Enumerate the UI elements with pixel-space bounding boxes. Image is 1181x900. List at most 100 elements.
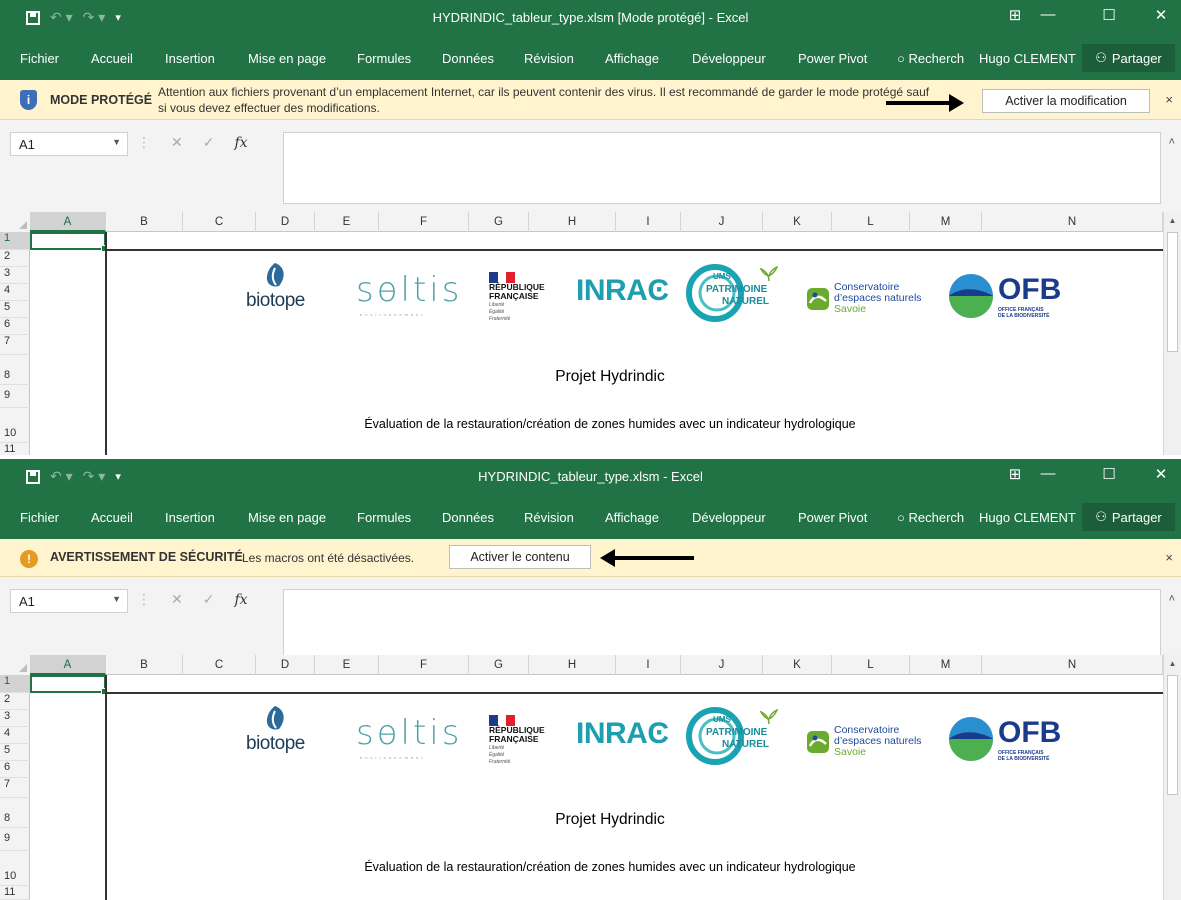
tab-donnees[interactable]: Données (442, 510, 494, 525)
insert-function-icon[interactable]: fx (234, 592, 247, 608)
column-header-b[interactable]: B (106, 212, 183, 232)
confirm-icon[interactable]: ✓ (203, 591, 215, 608)
column-header-n[interactable]: N (982, 655, 1163, 675)
close-message-bar-icon[interactable]: × (1165, 92, 1173, 107)
scroll-thumb[interactable] (1167, 675, 1178, 795)
name-box[interactable]: A1 ▼ (10, 132, 128, 156)
row-header-6[interactable]: 6 (0, 761, 30, 778)
column-header-l[interactable]: L (832, 655, 910, 675)
tab-formules[interactable]: Formules (357, 510, 411, 525)
chevron-down-icon[interactable]: ▼ (112, 137, 121, 147)
close-message-bar-icon[interactable]: × (1165, 550, 1173, 565)
row-header-3[interactable]: 3 (0, 710, 30, 727)
column-header-f[interactable]: F (379, 212, 469, 232)
column-header-k[interactable]: K (763, 212, 832, 232)
tab-accueil[interactable]: Accueil (91, 510, 133, 525)
row-header-4[interactable]: 4 (0, 727, 30, 744)
minimize-icon[interactable]: — (1028, 6, 1068, 23)
column-header-m[interactable]: M (910, 655, 982, 675)
cancel-icon[interactable]: ✕ (171, 134, 183, 151)
tab-revision[interactable]: Révision (524, 51, 574, 66)
selected-cell-a1[interactable] (30, 675, 108, 695)
tab-formules[interactable]: Formules (357, 51, 411, 66)
select-all-button[interactable] (0, 212, 30, 232)
chevron-up-icon[interactable]: ˄ (1169, 593, 1175, 605)
column-header-m[interactable]: M (910, 212, 982, 232)
cancel-icon[interactable]: ✕ (171, 591, 183, 608)
scroll-up-icon[interactable]: ▲ (1164, 216, 1181, 225)
row-header-1[interactable]: 1 (0, 232, 30, 250)
row-header-4[interactable]: 4 (0, 284, 30, 301)
tab-fichier[interactable]: Fichier (20, 510, 59, 525)
column-header-h[interactable]: H (529, 212, 616, 232)
row-header-9[interactable]: 9 (0, 385, 30, 408)
row-header-8[interactable]: 8 (0, 798, 30, 828)
enable-content-button[interactable]: Activer le contenu (449, 545, 591, 569)
tell-me-search[interactable]: ○ Recherch (897, 51, 964, 66)
column-header-c[interactable]: C (183, 212, 256, 232)
scroll-up-icon[interactable]: ▲ (1164, 659, 1181, 668)
row-header-1[interactable]: 1 (0, 675, 30, 693)
row-header-10[interactable]: 10 (0, 851, 30, 886)
row-header-2[interactable]: 2 (0, 693, 30, 710)
maximize-icon[interactable]: ☐ (1089, 465, 1129, 483)
column-header-a[interactable]: A (30, 655, 106, 675)
vertical-scrollbar[interactable]: ▲ (1163, 655, 1181, 900)
row-header-11[interactable]: 11 (0, 886, 30, 900)
tab-insertion[interactable]: Insertion (165, 510, 215, 525)
column-header-h[interactable]: H (529, 655, 616, 675)
column-header-d[interactable]: D (256, 655, 315, 675)
formula-input[interactable] (283, 132, 1161, 204)
column-header-l[interactable]: L (832, 212, 910, 232)
row-header-5[interactable]: 5 (0, 301, 30, 318)
row-header-3[interactable]: 3 (0, 267, 30, 284)
scroll-thumb[interactable] (1167, 232, 1178, 352)
column-header-e[interactable]: E (315, 212, 379, 232)
tab-developpeur[interactable]: Développeur (692, 510, 766, 525)
tab-insertion[interactable]: Insertion (165, 51, 215, 66)
close-window-icon[interactable]: ✕ (1141, 465, 1181, 483)
worksheet[interactable]: biotope sɵltis environnement RÉPUBLIQUE … (30, 232, 1163, 455)
tab-donnees[interactable]: Données (442, 51, 494, 66)
column-header-i[interactable]: I (616, 212, 681, 232)
tab-affichage[interactable]: Affichage (605, 510, 659, 525)
column-header-c[interactable]: C (183, 655, 256, 675)
tab-accueil[interactable]: Accueil (91, 51, 133, 66)
row-header-10[interactable]: 10 (0, 408, 30, 443)
account-name[interactable]: Hugo CLEMENT (979, 51, 1076, 66)
tab-revision[interactable]: Révision (524, 510, 574, 525)
column-header-j[interactable]: J (681, 212, 763, 232)
column-header-g[interactable]: G (469, 212, 529, 232)
row-header-11[interactable]: 11 (0, 443, 30, 455)
enable-editing-button[interactable]: Activer la modification (982, 89, 1150, 113)
column-header-e[interactable]: E (315, 655, 379, 675)
column-header-b[interactable]: B (106, 655, 183, 675)
maximize-icon[interactable]: ☐ (1089, 6, 1129, 24)
insert-function-icon[interactable]: fx (234, 135, 247, 151)
share-button[interactable]: ⚇ Partager (1082, 44, 1175, 72)
column-header-k[interactable]: K (763, 655, 832, 675)
tab-mise-en-page[interactable]: Mise en page (248, 510, 326, 525)
column-header-g[interactable]: G (469, 655, 529, 675)
tell-me-search[interactable]: ○ Recherch (897, 510, 964, 525)
close-window-icon[interactable]: ✕ (1141, 6, 1181, 24)
share-button[interactable]: ⚇ Partager (1082, 503, 1175, 531)
tab-affichage[interactable]: Affichage (605, 51, 659, 66)
column-header-i[interactable]: I (616, 655, 681, 675)
column-header-d[interactable]: D (256, 212, 315, 232)
name-box[interactable]: A1 ▼ (10, 589, 128, 613)
row-header-9[interactable]: 9 (0, 828, 30, 851)
tab-fichier[interactable]: Fichier (20, 51, 59, 66)
tab-developpeur[interactable]: Développeur (692, 51, 766, 66)
tab-power-pivot[interactable]: Power Pivot (798, 51, 867, 66)
row-header-7[interactable]: 7 (0, 778, 30, 798)
confirm-icon[interactable]: ✓ (203, 134, 215, 151)
row-header-5[interactable]: 5 (0, 744, 30, 761)
formula-input[interactable] (283, 589, 1161, 661)
column-header-n[interactable]: N (982, 212, 1163, 232)
row-header-2[interactable]: 2 (0, 250, 30, 267)
minimize-icon[interactable]: — (1028, 465, 1068, 482)
selected-cell-a1[interactable] (30, 232, 108, 252)
account-name[interactable]: Hugo CLEMENT (979, 510, 1076, 525)
tab-power-pivot[interactable]: Power Pivot (798, 510, 867, 525)
